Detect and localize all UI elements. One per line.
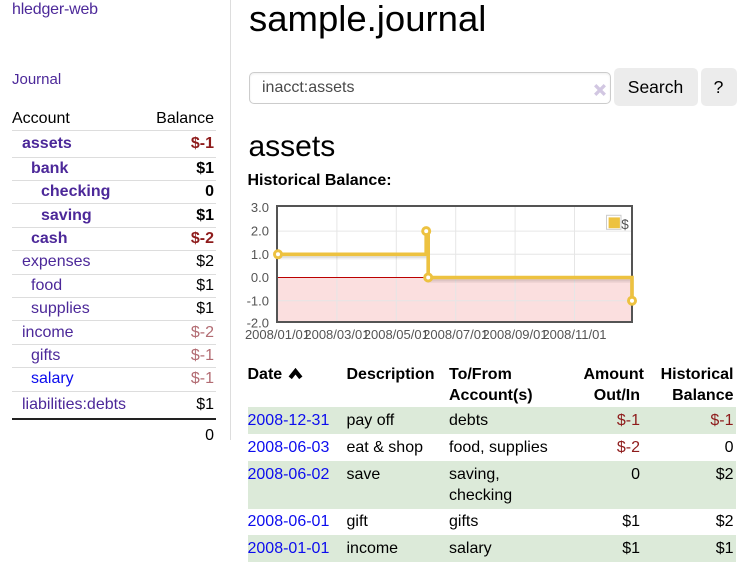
svg-text:$: $ xyxy=(621,217,629,232)
svg-text:1.0: 1.0 xyxy=(251,247,269,262)
svg-text:2.0: 2.0 xyxy=(251,224,269,239)
svg-text:2008/07/01: 2008/07/01 xyxy=(423,327,488,342)
svg-text:-1.0: -1.0 xyxy=(247,293,269,308)
svg-text:2008/11/01: 2008/11/01 xyxy=(542,327,606,342)
svg-text:2008/01/01: 2008/01/01 xyxy=(245,327,310,342)
svg-text:2008/03/01: 2008/03/01 xyxy=(304,327,369,342)
svg-text:2008/09/01: 2008/09/01 xyxy=(483,327,548,342)
svg-text:2008/05/01: 2008/05/01 xyxy=(364,327,429,342)
svg-text:0.0: 0.0 xyxy=(251,270,269,285)
svg-text:3.0: 3.0 xyxy=(251,200,269,215)
